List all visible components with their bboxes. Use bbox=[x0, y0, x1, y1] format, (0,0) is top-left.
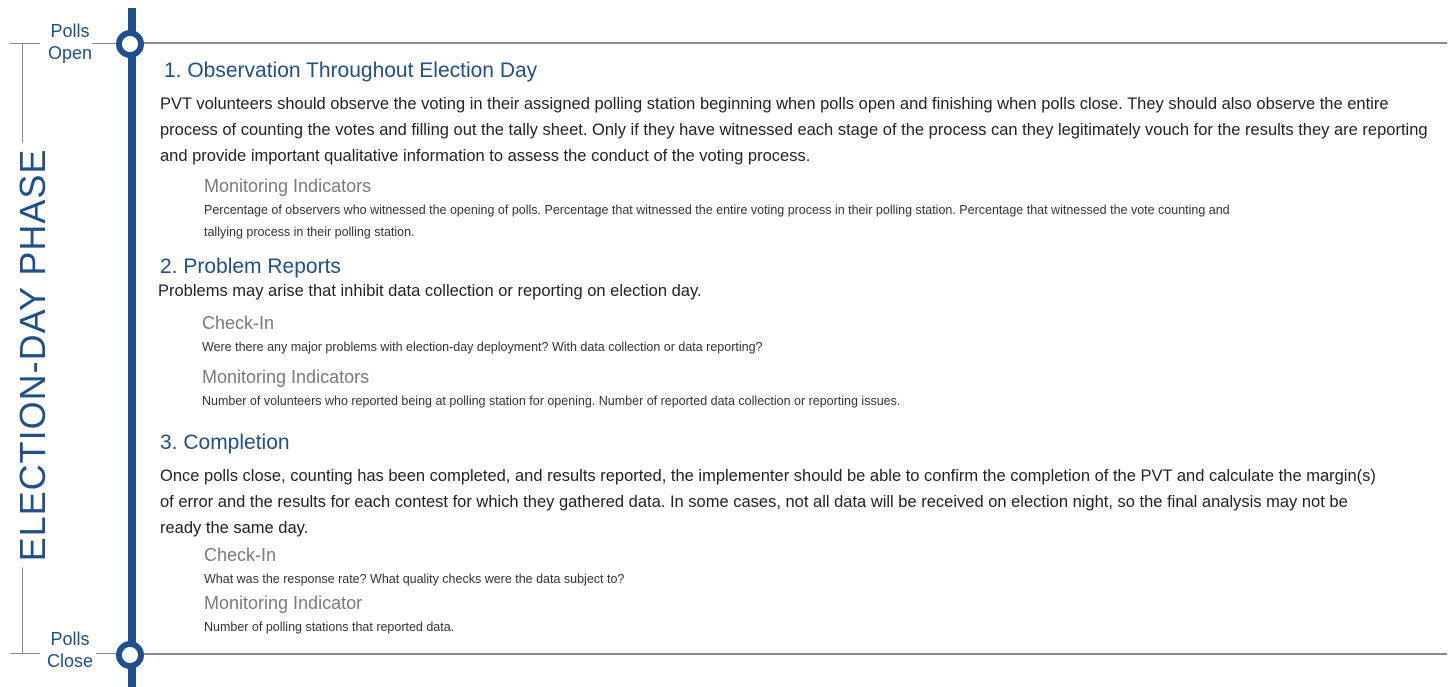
section-2-body: Problems may arise that inhibit data col… bbox=[158, 282, 702, 300]
section-1-body: PVT volunteers should observe the voting… bbox=[160, 95, 1428, 165]
content-area: 1. Observation Throughout Election Day P… bbox=[158, 0, 1443, 687]
polls-close-line-2: Close bbox=[46, 651, 94, 671]
section-1-sub-1-title: Monitoring Indicators bbox=[204, 176, 372, 196]
section-3-body: Once polls close, counting has been comp… bbox=[160, 467, 1376, 537]
section-3-sub-1-text: What was the response rate? What quality… bbox=[204, 572, 625, 586]
section-3-sub-2-text: Number of polling stations that reported… bbox=[204, 620, 455, 634]
bracket-top-tick bbox=[10, 43, 40, 44]
section-3-heading: 3. Completion bbox=[160, 431, 290, 454]
polls-close-marker bbox=[116, 641, 144, 669]
polls-open-line-1: Polls bbox=[50, 21, 90, 41]
section-2-sub-1-text: Were there any major problems with elect… bbox=[202, 340, 763, 354]
polls-close-line-1: Polls bbox=[50, 629, 90, 649]
section-3-sub-2-title: Monitoring Indicator bbox=[204, 593, 363, 613]
timeline-spine bbox=[128, 8, 136, 687]
section-2-sub-2-text: Number of volunteers who reported being … bbox=[202, 394, 901, 408]
section-2-sub-1-title: Check-In bbox=[202, 313, 275, 333]
section-3-sub-1-title: Check-In bbox=[204, 545, 277, 565]
polls-open-label: Polls Open bbox=[40, 20, 100, 64]
phase-title: ELECTION-DAY PHASE bbox=[12, 142, 54, 568]
bracket-bottom-tick bbox=[10, 653, 40, 654]
polls-open-line-2: Open bbox=[47, 43, 93, 63]
polls-close-label: Polls Close bbox=[40, 628, 100, 672]
section-2-sub-2-title: Monitoring Indicators bbox=[202, 367, 370, 387]
section-1-sub-1-text: Percentage of observers who witnessed th… bbox=[204, 203, 1230, 239]
section-1-heading: 1. Observation Throughout Election Day bbox=[164, 59, 538, 82]
section-2-heading: 2. Problem Reports bbox=[160, 255, 341, 278]
polls-open-marker bbox=[116, 30, 144, 58]
